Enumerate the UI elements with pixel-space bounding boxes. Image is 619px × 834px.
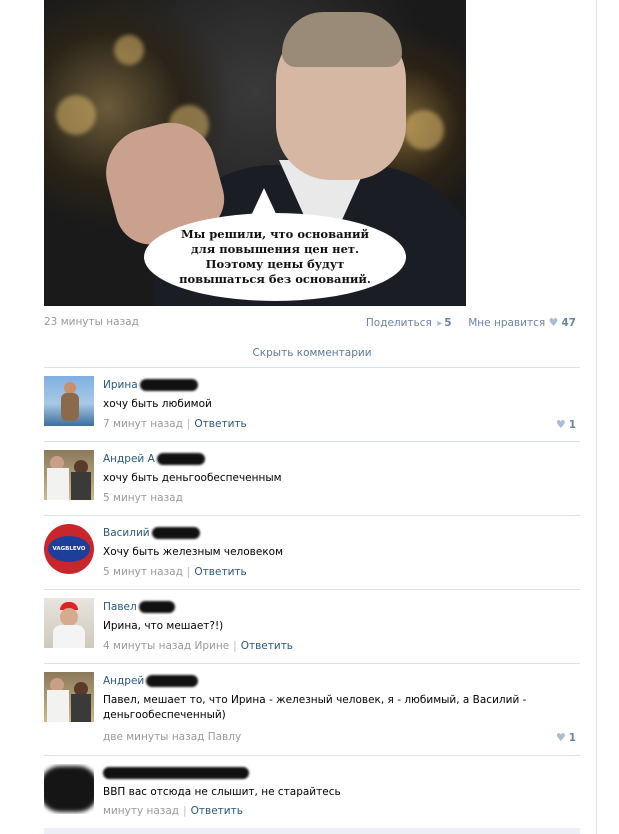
comment-item: Андрей А хочу быть деньгообеспеченным 5 … — [44, 450, 580, 510]
comment-like-count: 1 — [568, 419, 576, 431]
comment-like-button[interactable]: ♥ 1 — [556, 418, 576, 431]
separator — [44, 663, 580, 664]
reply-button[interactable]: Ответить — [194, 566, 246, 578]
comment-footer: 5 минут назад — [103, 492, 183, 504]
redacted-name — [103, 767, 249, 779]
comment-time[interactable]: 5 минут назад — [103, 492, 183, 504]
share-button[interactable]: Поделиться ▸ 5 — [366, 317, 452, 329]
comment-like-count: 1 — [568, 732, 576, 744]
comment-item: ВВП вас отсюда не слышит, не старайтесь … — [44, 764, 580, 824]
avatar[interactable] — [44, 598, 94, 648]
comment-time[interactable]: минуту назад — [103, 805, 179, 817]
reply-button[interactable]: Ответить — [241, 640, 293, 652]
speech-bubble-text: Мы решили, что оснований для повышения ц… — [179, 227, 371, 286]
heart-icon: ♥ — [555, 418, 566, 431]
comment-time[interactable]: 5 минут назад — [103, 566, 183, 578]
redacted-surname — [156, 453, 205, 465]
comment-text: ВВП вас отсюда не слышит, не старайтесь — [103, 786, 341, 798]
share-count: 5 — [444, 317, 452, 329]
share-label: Поделиться — [365, 317, 432, 329]
comment-text: Павел, мешает то, что Ирина - железный ч… — [103, 694, 527, 721]
comment-text: Ирина, что мешает?!) — [103, 620, 224, 632]
megaphone-icon: ▸ — [437, 318, 443, 329]
reply-button[interactable]: Ответить — [194, 418, 246, 430]
redacted-surname — [151, 527, 200, 539]
comment-item: Андрей Павел, мешает то, что Ирина - жел… — [44, 672, 580, 750]
comment-author[interactable]: Андрей А — [103, 453, 205, 465]
comment-footer: 7 минут назад | Ответить — [103, 418, 247, 430]
post-photo[interactable]: Мы решили, что оснований для повышения ц… — [44, 0, 466, 306]
separator — [44, 441, 580, 442]
comment-item: Павел Ирина, что мешает?!) 4 минуты наза… — [44, 598, 580, 658]
reply-button[interactable]: Ответить — [191, 805, 243, 817]
like-count: 47 — [561, 317, 576, 329]
comment-item: Ирина хочу быть любимой 7 минут назад | От… — [44, 376, 580, 436]
comment-text: Хочу быть железным человеком — [103, 546, 284, 558]
avatar[interactable] — [44, 376, 94, 426]
comment-author-name: Андрей — [103, 675, 145, 687]
comment-like-button[interactable]: ♥ 1 — [556, 731, 576, 744]
comment-author-name: Павел — [103, 601, 137, 613]
like-label: Мне нравится — [468, 317, 546, 329]
avatar[interactable] — [44, 764, 94, 814]
redacted-surname — [146, 675, 199, 687]
comment-author[interactable]: Павел — [103, 601, 175, 613]
comment-input-bar[interactable] — [44, 828, 580, 834]
like-button[interactable]: Мне нравится ♥ 47 — [468, 316, 576, 329]
separator — [44, 755, 580, 756]
comment-footer: две минуты назад Павлу — [103, 731, 241, 743]
separator — [44, 367, 580, 368]
divider: | — [183, 805, 187, 817]
post-meta-row: 23 минуты назад Поделиться ▸ 5 Мне нравит… — [44, 316, 576, 330]
post-actions: Поделиться ▸ 5 Мне нравится ♥ 47 — [366, 316, 576, 329]
comment-footer: 4 минуты назад Ирине | Ответить — [103, 640, 293, 652]
redacted-surname — [139, 379, 198, 391]
comment-author[interactable]: Андрей — [103, 675, 199, 687]
comment-time[interactable]: 4 минуты назад Ирине — [103, 640, 229, 652]
comment-author-name: Ирина — [103, 379, 138, 391]
post-time[interactable]: 23 минуты назад — [44, 316, 139, 328]
comment-time[interactable]: две минуты назад Павлу — [103, 731, 241, 743]
avatar[interactable]: VAGBLEVO — [44, 524, 94, 574]
redacted-surname — [138, 601, 175, 613]
bokeh-light — [404, 110, 444, 150]
comment-text: хочу быть любимой — [103, 398, 212, 410]
comment-author[interactable]: Ирина — [103, 379, 198, 391]
avatar-logo-text: VAGBLEVO — [52, 546, 86, 552]
comment-text: хочу быть деньгообеспеченным — [103, 472, 282, 484]
bokeh-light — [114, 35, 144, 65]
comment-footer: минуту назад | Ответить — [103, 805, 243, 817]
avatar[interactable] — [44, 672, 94, 722]
speech-bubble: Мы решили, что оснований для повышения ц… — [144, 213, 406, 301]
separator — [44, 589, 580, 590]
divider: | — [186, 566, 191, 578]
bokeh-light — [56, 95, 96, 135]
divider: | — [186, 418, 191, 430]
divider: | — [233, 640, 237, 652]
comment-author[interactable] — [103, 767, 249, 779]
comment-item: VAGBLEVO Василий Хочу быть железным чело… — [44, 524, 580, 584]
comment-author-name: Андрей А — [103, 453, 155, 465]
hide-comments-link[interactable]: Скрыть комментарии — [44, 347, 580, 359]
comment-footer: 5 минут назад | Ответить — [103, 566, 247, 578]
heart-icon: ♥ — [548, 316, 559, 329]
heart-icon: ♥ — [555, 731, 566, 744]
comment-time[interactable]: 7 минут назад — [103, 418, 183, 430]
comment-author[interactable]: Василий — [103, 527, 200, 539]
avatar[interactable] — [44, 450, 94, 500]
hair-shape — [282, 12, 402, 67]
separator — [44, 515, 580, 516]
comment-author-name: Василий — [103, 527, 150, 539]
page-right-border — [596, 0, 597, 834]
